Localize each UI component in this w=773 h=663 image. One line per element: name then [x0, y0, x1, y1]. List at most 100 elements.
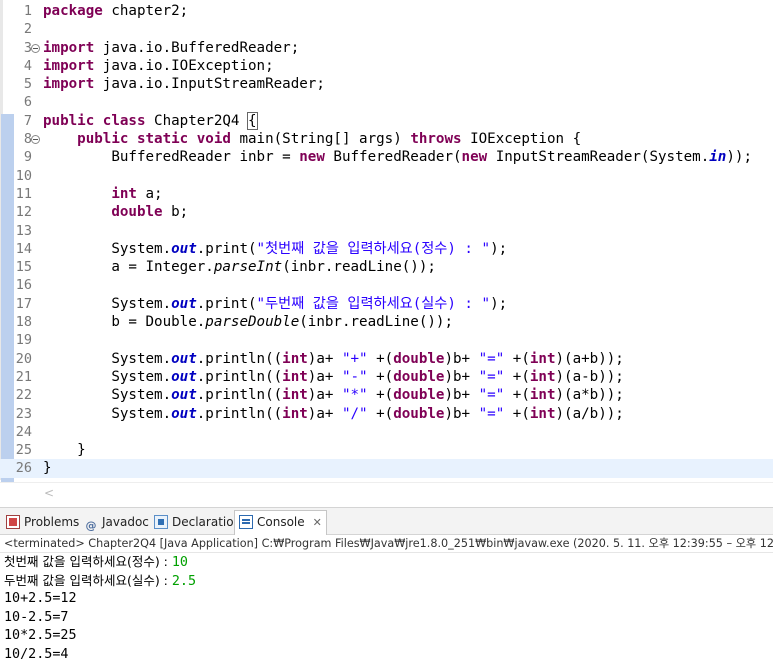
code-text: package chapter2;	[43, 3, 189, 19]
tab-declaration[interactable]: Declaration	[150, 511, 245, 533]
code-text: }	[43, 442, 86, 459]
declaration-icon	[154, 515, 168, 529]
line-number: 13	[15, 222, 32, 239]
code-text: }	[43, 460, 52, 477]
line-number: 25	[15, 442, 32, 459]
line-number: 20	[15, 350, 32, 367]
code-line[interactable]: 7 public class Chapter2Q4 {	[0, 111, 773, 130]
code-text: System.out.print("첫번째 값을 입력하세요(정수) : ");	[43, 240, 508, 257]
console-line: 두번째 값을 입력하세요(실수) : 2.5	[0, 572, 773, 591]
code-line[interactable]: 11 int a;	[0, 185, 773, 203]
code-line[interactable]: 5 import java.io.InputStreamReader;	[0, 75, 773, 93]
tab-console-label: Console	[257, 515, 305, 529]
line-number: 17	[15, 295, 32, 312]
code-line[interactable]: 24	[0, 423, 773, 441]
console-prompt: 두번째 값을 입력하세요(실수) :	[4, 572, 172, 588]
code-text: a = Integer.parseInt(inbr.readLine());	[43, 259, 436, 276]
console-status-line: <terminated> Chapter2Q4 [Java Applicatio…	[0, 535, 773, 553]
code-text: public static void main(String[] args) t…	[77, 131, 582, 148]
code-line[interactable]: 22 System.out.println((int)a+ "*" +(doub…	[0, 386, 773, 404]
code-line[interactable]: 16	[0, 276, 773, 294]
line-number: 3	[23, 39, 32, 56]
code-line[interactable]: 14 System.out.print("첫번째 값을 입력하세요(정수) : …	[0, 240, 773, 258]
console-line: 10*2.5=25	[4, 628, 77, 644]
console-user-input: 2.5	[171, 573, 197, 589]
code-text: int a;	[111, 185, 163, 202]
line-number: 19	[15, 332, 32, 349]
code-line[interactable]: 19	[0, 331, 773, 349]
line-number: 15	[15, 259, 32, 276]
code-text: b = Double.parseDouble(inbr.readLine());	[43, 314, 454, 331]
code-line[interactable]: 23 System.out.println((int)a+ "/" +(doub…	[0, 405, 773, 423]
line-number: 5	[23, 76, 32, 93]
tab-declaration-label: Declaration	[172, 515, 242, 529]
console-view[interactable]: <terminated> Chapter2Q4 [Java Applicatio…	[0, 535, 773, 663]
problems-icon	[6, 515, 20, 529]
tab-problems-label: Problems	[24, 515, 80, 529]
line-number: 6	[23, 94, 32, 111]
horizontal-scrollbar[interactable]: <	[0, 482, 773, 504]
line-number: 2	[23, 21, 32, 38]
code-text: BufferedReader inbr = new BufferedReader…	[43, 149, 752, 166]
code-line[interactable]: 8 public static void main(String[] args)…	[0, 130, 773, 148]
close-icon[interactable]: ✕	[313, 516, 322, 529]
line-number: 12	[15, 204, 32, 221]
code-line[interactable]: 3 import java.io.BufferedReader;	[0, 39, 773, 57]
code-line[interactable]: 20 System.out.println((int)a+ "+" +(doub…	[0, 350, 773, 368]
code-text: System.out.println((int)a+ "-" +(double)…	[43, 368, 624, 385]
console-output[interactable]: 첫번째 값을 입력하세요(정수) : 10 두번째 값을 입력하세요(실수) : …	[0, 553, 773, 663]
code-line[interactable]: 15 a = Integer.parseInt(inbr.readLine())…	[0, 258, 773, 276]
code-line[interactable]: 17 System.out.print("두번째 값을 입력하세요(실수) : …	[0, 295, 773, 313]
console-prompt: 첫번째 값을 입력하세요(정수) :	[4, 554, 172, 569]
code-text: import java.io.IOException;	[43, 57, 274, 74]
line-number: 9	[23, 149, 32, 166]
tab-console[interactable]: Console ✕	[234, 510, 327, 535]
fold-collapse-icon[interactable]	[31, 43, 40, 53]
tab-javadoc-label: Javadoc	[102, 515, 149, 529]
code-line[interactable]: 2	[0, 20, 773, 38]
line-number: 8	[23, 131, 32, 148]
code-text: System.out.println((int)a+ "/" +(double)…	[43, 405, 624, 422]
code-line[interactable]: 13	[0, 222, 773, 240]
code-text: public class Chapter2Q4 {	[43, 111, 258, 130]
code-text: System.out.print("두번째 값을 입력하세요(실수) : ");	[43, 295, 508, 312]
code-line[interactable]: 4 import java.io.IOException;	[0, 57, 773, 75]
tab-problems[interactable]: Problems	[2, 511, 83, 533]
line-number: 24	[15, 423, 32, 440]
code-line[interactable]: 10	[0, 167, 773, 185]
line-number: 4	[23, 57, 32, 74]
line-number: 16	[15, 277, 32, 294]
code-line[interactable]: 21 System.out.println((int)a+ "-" +(doub…	[0, 368, 773, 386]
console-line: 첫번째 값을 입력하세요(정수) : 10	[0, 553, 773, 572]
code-text: double b;	[111, 204, 189, 221]
fold-collapse-icon[interactable]	[31, 135, 40, 145]
line-number: 22	[15, 387, 32, 404]
line-number: 7	[23, 112, 32, 129]
line-number: 21	[15, 368, 32, 385]
line-number: 18	[15, 314, 32, 331]
code-line[interactable]: 1 package chapter2;	[0, 2, 773, 20]
line-number: 23	[15, 405, 32, 422]
line-number: 26	[15, 460, 32, 477]
console-icon	[239, 515, 253, 529]
code-line[interactable]: 6	[0, 93, 773, 111]
line-number: 10	[15, 167, 32, 184]
view-tab-bar: Problems @ Javadoc Declaration Console ✕	[0, 507, 773, 535]
console-line: 10+2.5=12	[4, 591, 77, 607]
code-line[interactable]: 9 BufferedReader inbr = new BufferedRead…	[0, 148, 773, 166]
line-number: 1	[23, 3, 32, 19]
code-line[interactable]: 25 }	[0, 441, 773, 459]
code-text: System.out.println((int)a+ "*" +(double)…	[43, 387, 624, 404]
code-area[interactable]: 1 package chapter2; 2 3 import java.io.Buffe…	[0, 2, 773, 478]
tab-javadoc[interactable]: @ Javadoc	[80, 511, 153, 533]
scroll-left-icon[interactable]: <	[44, 486, 54, 500]
code-line[interactable]: 18 b = Double.parseDouble(inbr.readLine(…	[0, 313, 773, 331]
code-line[interactable]: 26}	[0, 459, 773, 478]
console-line: 10-2.5=7	[4, 609, 69, 625]
code-text: import java.io.BufferedReader;	[43, 39, 300, 56]
line-number: 11	[15, 185, 32, 202]
console-line: 10/2.5=4	[4, 646, 69, 662]
code-line[interactable]: 12 double b;	[0, 203, 773, 221]
code-editor[interactable]: 1 package chapter2; 2 3 import java.io.Buffe…	[0, 0, 773, 504]
javadoc-icon: @	[85, 519, 97, 532]
